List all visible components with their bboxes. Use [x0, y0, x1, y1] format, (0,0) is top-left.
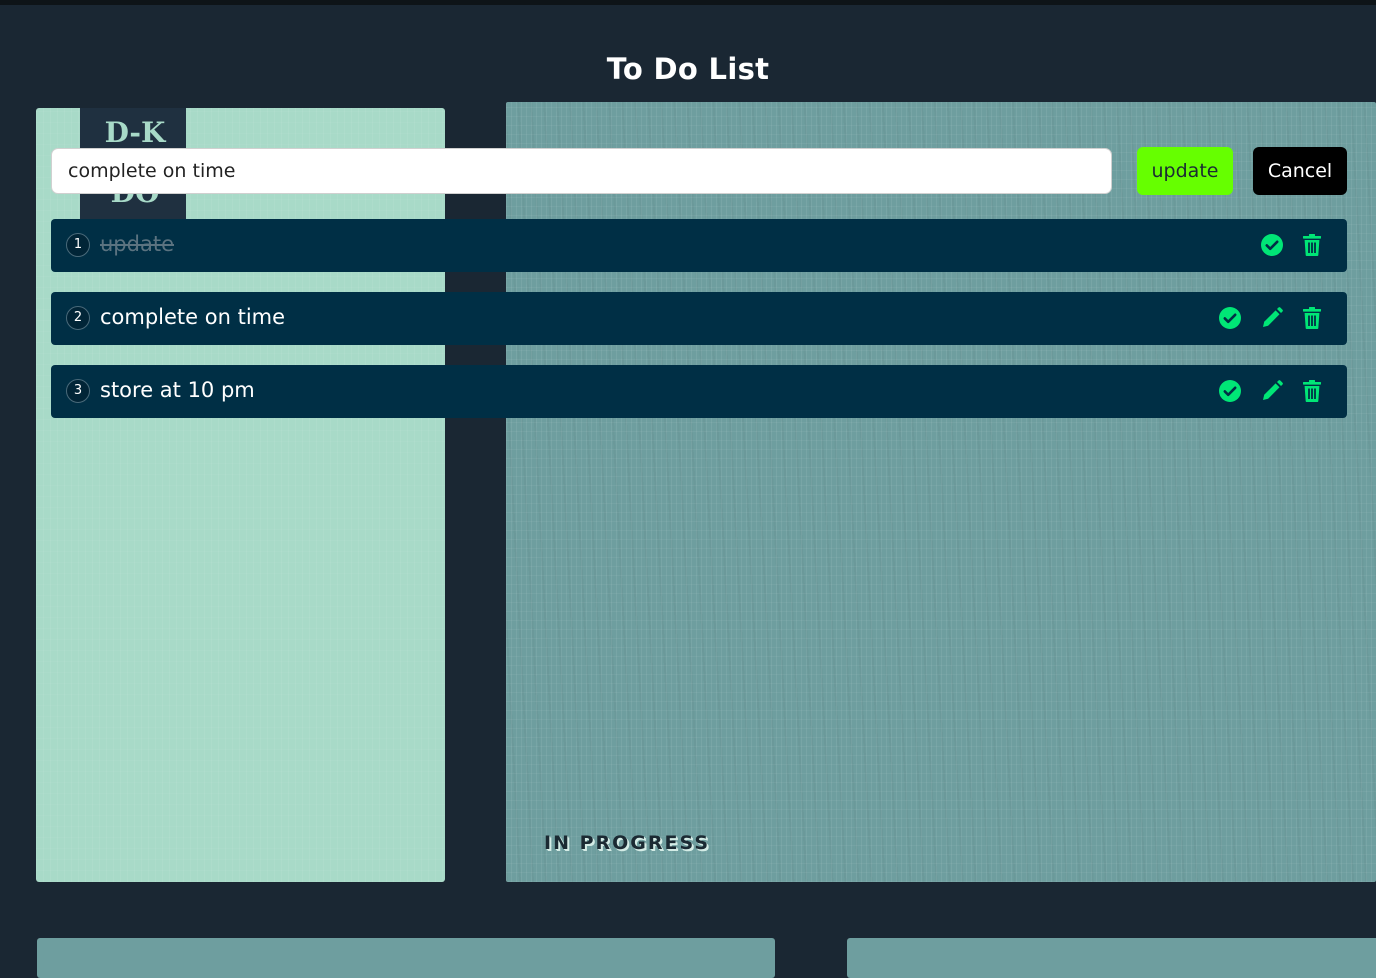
task-row: 2 complete on time [51, 292, 1347, 345]
task-number: 3 [66, 379, 90, 403]
pencil-icon[interactable] [1260, 379, 1284, 403]
pencil-icon[interactable] [1260, 306, 1284, 330]
cancel-button[interactable]: Cancel [1253, 147, 1347, 195]
background-panel-bottom-right [847, 938, 1376, 978]
task-number: 1 [66, 233, 90, 257]
background-panel-bottom-left [37, 938, 775, 978]
task-number: 2 [66, 306, 90, 330]
task-row: 1 update [51, 219, 1347, 272]
task-text: update [100, 232, 174, 256]
trash-icon[interactable] [1300, 379, 1324, 403]
task-row: 3 store at 10 pm [51, 365, 1347, 418]
check-circle-icon[interactable] [1260, 233, 1284, 257]
window-top-border [0, 0, 1376, 5]
trash-icon[interactable] [1300, 306, 1324, 330]
page-title: To Do List [606, 52, 770, 86]
check-circle-icon[interactable] [1218, 379, 1242, 403]
task-text: complete on time [100, 305, 286, 329]
check-circle-icon[interactable] [1218, 306, 1242, 330]
task-text: store at 10 pm [100, 378, 255, 402]
update-button[interactable]: update [1137, 147, 1233, 195]
trash-icon[interactable] [1300, 233, 1324, 257]
task-input[interactable] [51, 148, 1112, 194]
panel-caption: IN PROGRESS [544, 832, 711, 854]
